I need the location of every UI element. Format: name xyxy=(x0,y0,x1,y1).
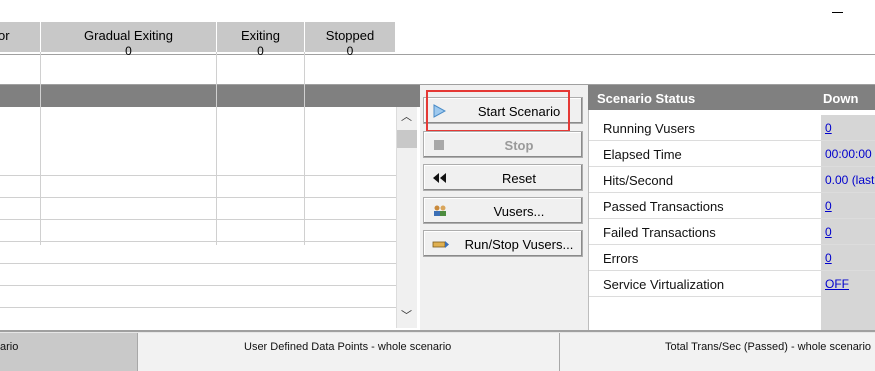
status-label: Errors xyxy=(603,251,639,266)
highlight-box xyxy=(426,90,570,132)
status-row-running-vusers: Running Vusers 0 xyxy=(589,115,875,141)
table-titlebar xyxy=(0,85,420,107)
status-label: Failed Transactions xyxy=(603,225,716,240)
stop-label: Stop xyxy=(504,138,534,153)
graph-tab-user-defined-data-points[interactable]: User Defined Data Points - whole scenari… xyxy=(137,333,559,371)
column-title: Exiting xyxy=(240,28,281,43)
reset-button[interactable]: Reset xyxy=(423,164,583,191)
column-title: Gradual Exiting xyxy=(84,28,173,43)
table-row xyxy=(0,307,396,308)
table-row xyxy=(0,219,396,220)
run-stop-icon xyxy=(432,237,449,251)
scroll-up-icon[interactable]: ︿ xyxy=(396,107,417,127)
status-label: Service Virtualization xyxy=(603,277,725,292)
column-value: 0 xyxy=(257,44,264,58)
stop-button[interactable]: Stop xyxy=(423,131,583,158)
scenario-groups-table xyxy=(0,85,420,330)
status-row-hits-second: Hits/Second 0.00 (last xyxy=(589,167,875,193)
passed-transactions-link[interactable]: 0 xyxy=(821,193,875,218)
table-row xyxy=(0,197,396,198)
table-row xyxy=(0,263,396,264)
minimize-icon[interactable] xyxy=(832,12,843,13)
status-row-failed-transactions: Failed Transactions 0 xyxy=(589,219,875,245)
table-row xyxy=(0,241,396,242)
grid-line xyxy=(40,52,41,245)
scroll-thumb[interactable] xyxy=(397,130,417,148)
vusers-label: Vusers... xyxy=(493,204,545,219)
column-header-stopped[interactable]: Stopped 0 xyxy=(305,22,396,58)
errors-link[interactable]: 0 xyxy=(821,245,875,270)
graph-tab[interactable]: ario xyxy=(0,333,137,371)
table-row xyxy=(0,285,396,286)
vusers-button[interactable]: Vusers... xyxy=(423,197,583,224)
rewind-icon xyxy=(432,171,448,185)
running-vusers-link[interactable]: 0 xyxy=(821,115,875,140)
status-row-elapsed-time: Elapsed Time 00:00:00 xyxy=(589,141,875,167)
graph-tab-total-trans-sec[interactable]: Total Trans/Sec (Passed) - whole scenari… xyxy=(559,333,875,371)
status-row-passed-transactions: Passed Transactions 0 xyxy=(589,193,875,219)
column-header-exiting[interactable]: Exiting 0 xyxy=(217,22,305,58)
status-label: Hits/Second xyxy=(603,173,674,188)
scroll-down-icon[interactable]: ﹀ xyxy=(396,306,417,326)
column-title: or xyxy=(0,28,10,43)
column-value: 0 xyxy=(125,44,132,58)
column-header[interactable]: or xyxy=(0,22,41,52)
status-label: Passed Transactions xyxy=(603,199,724,214)
column-title: Stopped xyxy=(325,28,375,43)
users-icon xyxy=(432,204,448,218)
stop-icon xyxy=(432,138,448,152)
graph-tab-label: ario xyxy=(0,341,19,353)
status-value-column xyxy=(821,294,875,330)
graph-tab-label: User Defined Data Points - whole scenari… xyxy=(244,341,452,353)
column-header-gradual-exiting[interactable]: Gradual Exiting 0 xyxy=(41,22,217,58)
status-label: Elapsed Time xyxy=(603,147,682,162)
grid-line xyxy=(216,52,217,245)
status-row-errors: Errors 0 xyxy=(589,245,875,271)
hits-second-value: 0.00 (last xyxy=(821,167,875,192)
failed-transactions-link[interactable]: 0 xyxy=(821,219,875,244)
scenario-state: Down xyxy=(823,91,859,106)
table-row xyxy=(0,175,396,176)
column-value: 0 xyxy=(346,44,354,58)
status-label: Running Vusers xyxy=(603,121,696,136)
graph-tab-label: Total Trans/Sec (Passed) - whole scenari… xyxy=(665,341,872,353)
scenario-status-header: Scenario Status Down xyxy=(588,85,875,110)
run-stop-vusers-button[interactable]: Run/Stop Vusers... xyxy=(423,230,583,257)
elapsed-time-value: 00:00:00 xyxy=(821,141,875,166)
scenario-status-title: Scenario Status xyxy=(597,91,696,106)
reset-label: Reset xyxy=(502,171,536,186)
run-stop-vusers-label: Run/Stop Vusers... xyxy=(464,237,574,252)
grid-line xyxy=(304,52,305,245)
service-virtualization-link[interactable]: OFF xyxy=(821,271,875,296)
